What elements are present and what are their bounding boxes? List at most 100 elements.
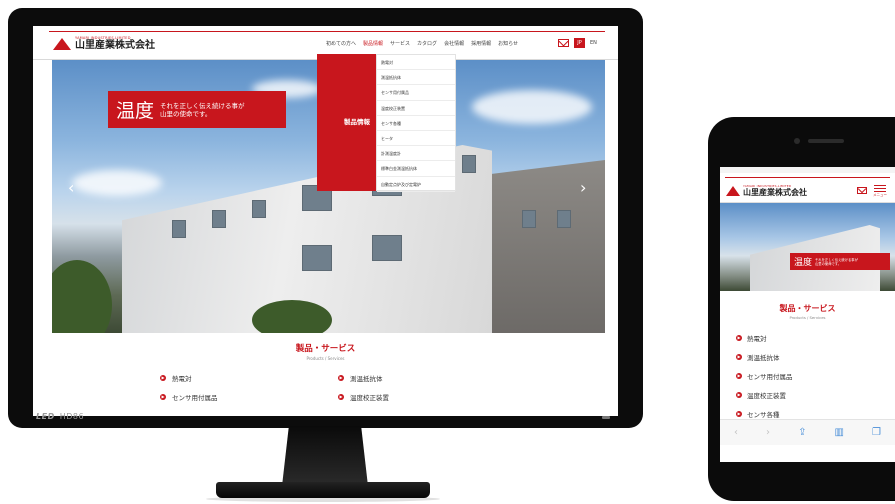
phone-speaker — [808, 139, 844, 143]
building-window — [172, 220, 186, 238]
building-window — [462, 155, 476, 173]
arrow-right-icon: ▶ — [736, 335, 742, 341]
mobile-product-label: センサ各種 — [747, 411, 780, 419]
mobile-product-label: 熱電対 — [747, 335, 767, 343]
mobile-product-link[interactable]: ▶ 測温抵抗体 — [736, 352, 780, 362]
lang-jp-button[interactable]: JP — [574, 38, 585, 48]
arrow-right-icon: ▶ — [736, 354, 742, 360]
browser-forward-icon[interactable]: › — [766, 427, 770, 438]
hero-tree — [52, 260, 112, 333]
building-window — [212, 210, 226, 228]
nav-products[interactable]: 製品情報 — [363, 40, 383, 47]
mobile-mail-icon[interactable] — [857, 187, 867, 194]
nav-services[interactable]: サービス — [390, 40, 410, 47]
browser-share-icon[interactable]: ⇪ — [798, 427, 806, 438]
mobile-product-label: 温度校正装置 — [747, 392, 786, 400]
hero-cloud — [472, 90, 592, 124]
header-icons: JP EN — [558, 38, 597, 48]
logo-japanese: 山里産業株式会社 — [75, 40, 155, 51]
header-rule — [49, 31, 605, 32]
building-window — [557, 210, 571, 228]
arrow-right-icon: ▶ — [736, 373, 742, 379]
dropdown-item[interactable]: 温度校正装置 — [377, 101, 455, 116]
dropdown-item[interactable]: 測温抵抗体 — [377, 70, 455, 86]
browser-tabs-icon[interactable]: ❐ — [872, 427, 881, 438]
browser-back-icon[interactable]: ‹ — [734, 427, 738, 438]
product-link-label: 熱電対 — [172, 375, 192, 383]
lang-en-button[interactable]: EN — [590, 40, 597, 46]
mobile-screen: YAMARI INDUSTRIES,LIMITED 山里産業株式会社 メニュー … — [720, 167, 895, 462]
mobile-header-rule — [725, 177, 890, 178]
mobile-header: YAMARI INDUSTRIES,LIMITED 山里産業株式会社 メニュー — [720, 173, 895, 203]
nav-news[interactable]: お知らせ — [498, 40, 518, 47]
mobile-menu-label: メニュー — [873, 193, 887, 197]
main-nav: 初めての方へ 製品情報 サービス カタログ 会社情報 採用情報 お知らせ — [326, 40, 518, 47]
mobile-hero-line-1: それを正しく伝え続ける事が — [815, 257, 858, 262]
mobile-product-link[interactable]: ▶ センサ用付属品 — [736, 371, 793, 381]
product-link[interactable]: ▶ 熱電対 — [160, 373, 192, 383]
dropdown-item[interactable]: ヒータ — [377, 131, 455, 147]
products-section-title: 製品・サービス — [295, 344, 356, 354]
product-link-label: センサ用付属品 — [172, 394, 218, 402]
hero-tree — [252, 300, 332, 333]
mobile-logo-japanese: 山里産業株式会社 — [743, 188, 807, 197]
monitor-brand: LED HD86 — [36, 412, 85, 421]
product-link[interactable]: ▶ 測温抵抗体 — [338, 373, 383, 383]
hero-caption-line-2: 山里の使命です。 — [160, 109, 212, 118]
building-window — [522, 210, 536, 228]
browser-bookmarks-icon[interactable]: ▥ — [835, 427, 844, 438]
building-window — [302, 245, 332, 271]
dropdown-item[interactable]: 計測温度計 — [377, 146, 455, 162]
hero-next-arrow-icon[interactable]: › — [580, 178, 586, 197]
nav-company[interactable]: 会社情報 — [444, 40, 464, 47]
logo-triangle-icon — [726, 186, 740, 196]
dropdown-item[interactable]: センサ各種 — [377, 116, 455, 131]
monitor-stand-base — [216, 482, 430, 498]
hero-caption: 温度 それを正しく伝え続ける事が 山里の使命です。 — [108, 91, 286, 128]
desktop-screen: YAMARI INDUSTRIES,LIMITED 山里産業株式会社 初めての方… — [33, 26, 618, 416]
arrow-right-icon: ▶ — [160, 394, 166, 400]
mobile-hero-caption: 温度 それを正しく伝え続ける事が 山里の使命です。 — [790, 253, 890, 270]
arrow-right-icon: ▶ — [338, 375, 344, 381]
mobile-product-label: 測温抵抗体 — [747, 354, 780, 362]
arrow-right-icon: ▶ — [160, 375, 166, 381]
mobile-hero: 温度 それを正しく伝え続ける事が 山里の使命です。 — [720, 203, 895, 291]
mobile-section-subtitle: Products / Services — [789, 315, 826, 320]
site-logo[interactable]: YAMARI INDUSTRIES,LIMITED 山里産業株式会社 — [53, 36, 155, 51]
nav-recruit[interactable]: 採用情報 — [471, 40, 491, 47]
mobile-product-link[interactable]: ▶ 温度校正装置 — [736, 390, 786, 400]
monitor-stand-neck — [282, 426, 368, 486]
dropdown-item[interactable]: 熱電対 — [377, 55, 455, 71]
logo-triangle-icon — [53, 37, 71, 50]
hero-cloud — [72, 170, 162, 196]
mobile-menu-button[interactable]: メニュー — [873, 183, 887, 197]
desktop-monitor: YAMARI INDUSTRIES,LIMITED 山里産業株式会社 初めての方… — [8, 8, 643, 428]
mail-icon[interactable] — [558, 39, 569, 47]
nav-catalog[interactable]: カタログ — [417, 40, 437, 47]
product-link-label: 測温抵抗体 — [350, 375, 383, 383]
mobile-browser-toolbar: ‹ › ⇪ ▥ ❐ — [720, 419, 895, 445]
mobile-product-label: センサ用付属品 — [747, 373, 793, 381]
mobile-phone: YAMARI INDUSTRIES,LIMITED 山里産業株式会社 メニュー … — [708, 117, 895, 501]
building-window — [372, 235, 402, 261]
arrow-right-icon: ▶ — [338, 394, 344, 400]
dropdown-item[interactable]: 自動定点炉及び定電炉 — [377, 177, 455, 192]
phone-camera — [794, 138, 800, 144]
dropdown-item[interactable]: 標準白金測温抵抗体 — [377, 161, 455, 177]
dropdown-item[interactable]: センサ用付属品 — [377, 85, 455, 101]
product-link[interactable]: ▶ 温度校正装置 — [338, 392, 389, 402]
monitor-power-led — [602, 416, 610, 419]
building-window — [252, 200, 266, 218]
arrow-right-icon: ▶ — [736, 392, 742, 398]
mobile-product-link[interactable]: ▶ 熱電対 — [736, 333, 767, 343]
mobile-section-title: 製品・サービス — [779, 304, 836, 313]
hero-prev-arrow-icon[interactable]: ‹ — [68, 178, 74, 197]
hamburger-icon — [874, 185, 886, 186]
product-link-label: 温度校正装置 — [350, 394, 389, 402]
product-link[interactable]: ▶ センサ用付属品 — [160, 392, 218, 402]
hero-building-side — [492, 160, 605, 333]
mobile-product-link[interactable]: ▶ センサ各種 — [736, 409, 780, 419]
mobile-hero-line-2: 山里の使命です。 — [815, 261, 842, 266]
nav-beginners[interactable]: 初めての方へ — [326, 40, 356, 47]
mobile-logo[interactable]: YAMARI INDUSTRIES,LIMITED 山里産業株式会社 — [726, 185, 807, 197]
